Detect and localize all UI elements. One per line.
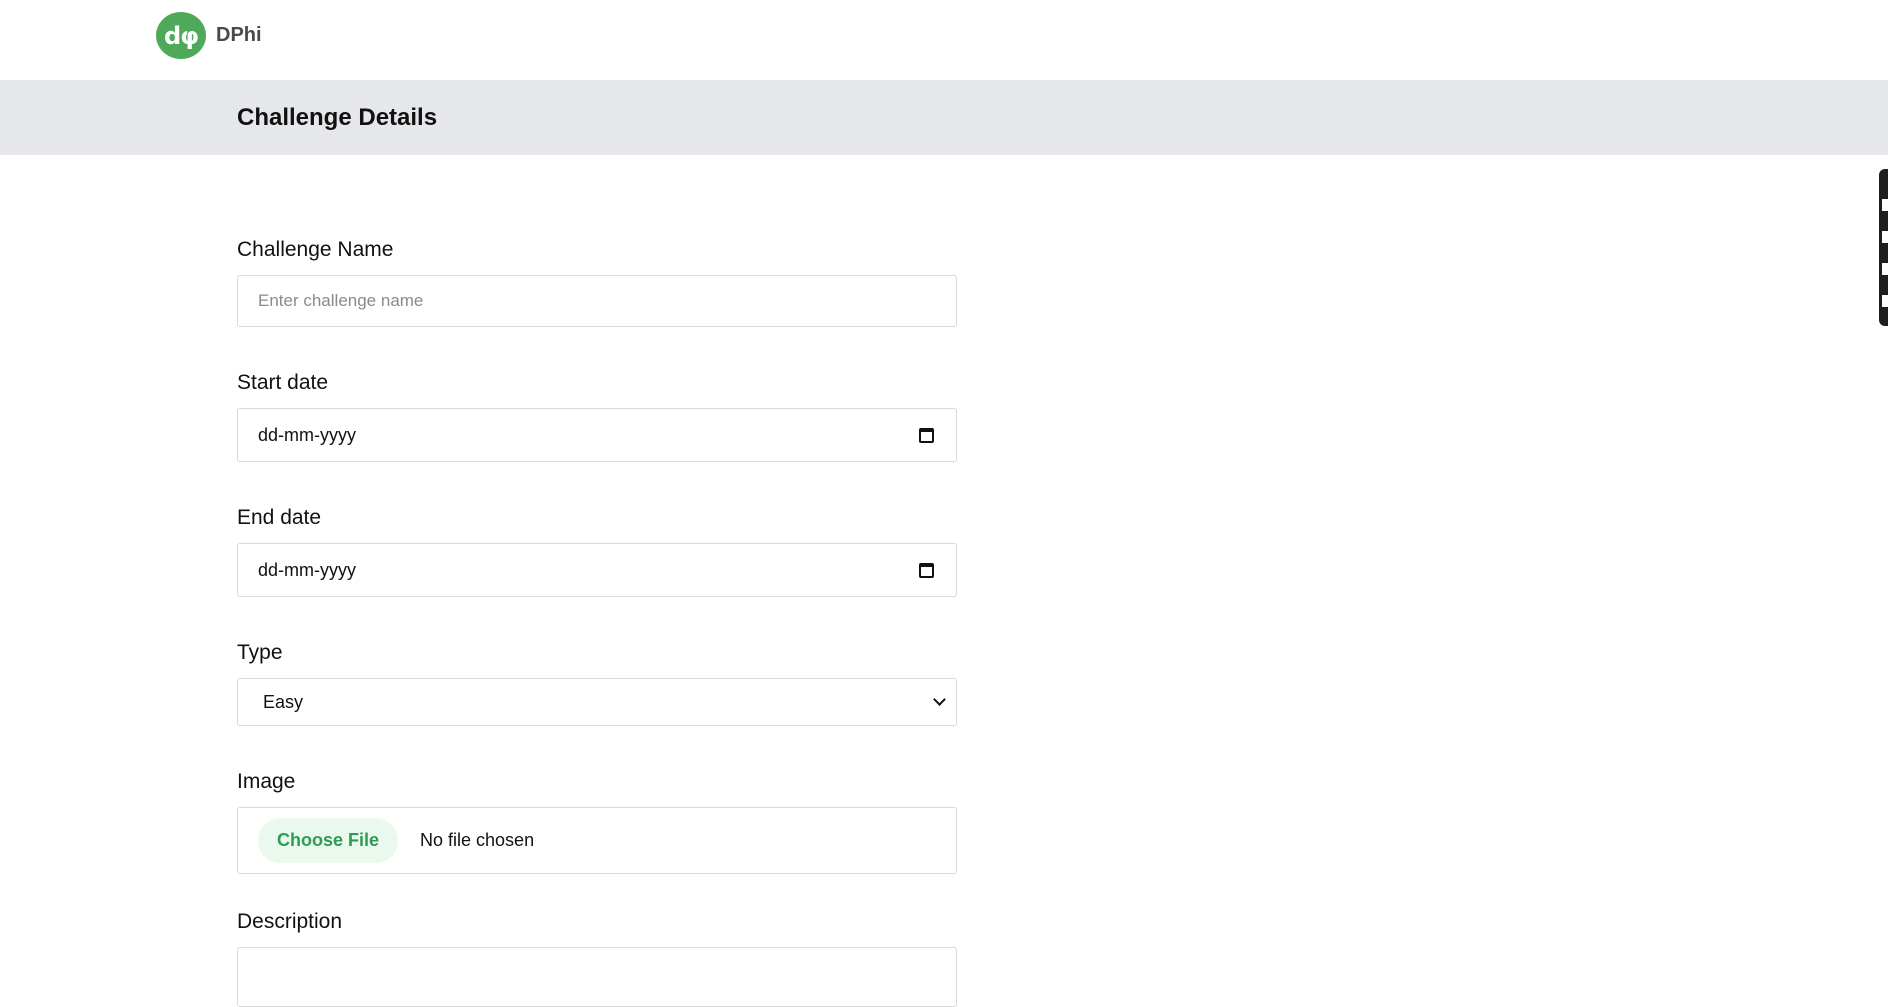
challenge-form: Challenge Name Start date dd-mm-yyyy End… (237, 238, 957, 1007)
start-date-group: Start date dd-mm-yyyy (237, 371, 957, 462)
calendar-icon[interactable] (919, 427, 934, 443)
type-selected-value: Easy (263, 691, 304, 712)
challenge-name-input[interactable] (237, 275, 957, 327)
page-title: Challenge Details (237, 104, 438, 131)
start-date-label: Start date (237, 371, 329, 394)
brand-logo[interactable]: dφ DPhi (156, 12, 262, 59)
type-group: Type Easy (237, 641, 957, 726)
choose-file-button[interactable]: Choose File (258, 818, 399, 863)
description-group: Description (237, 910, 957, 1007)
end-date-group: End date dd-mm-yyyy (237, 506, 957, 597)
end-date-input[interactable]: dd-mm-yyyy (237, 543, 957, 597)
end-date-value: dd-mm-yyyy (258, 559, 356, 580)
image-group: Image Choose File No file chosen (237, 770, 957, 874)
type-select[interactable]: Easy (237, 678, 957, 726)
side-toolbar-item[interactable] (1882, 263, 1888, 275)
side-toolbar-item[interactable] (1882, 231, 1888, 243)
description-label: Description (237, 910, 343, 933)
challenge-name-group: Challenge Name (237, 238, 957, 327)
image-label: Image (237, 770, 296, 793)
challenge-name-label: Challenge Name (237, 238, 394, 261)
page-header: Challenge Details (0, 80, 1888, 155)
calendar-icon[interactable] (919, 562, 934, 578)
file-status-text: No file chosen (420, 830, 535, 850)
description-textarea[interactable] (237, 947, 957, 1007)
side-toolbar-item[interactable] (1882, 199, 1888, 211)
side-toolbar-item[interactable] (1882, 295, 1888, 307)
brand-name: DPhi (216, 24, 262, 46)
chevron-down-icon (933, 693, 946, 706)
start-date-input[interactable]: dd-mm-yyyy (237, 408, 957, 462)
logo-mark: dφ (156, 12, 206, 59)
type-label: Type (237, 641, 283, 664)
side-toolbar-widget[interactable] (1879, 169, 1888, 326)
top-bar: dφ DPhi (0, 0, 1888, 80)
image-file-input[interactable]: Choose File No file chosen (237, 807, 957, 874)
start-date-value: dd-mm-yyyy (258, 424, 356, 445)
end-date-label: End date (237, 506, 322, 529)
